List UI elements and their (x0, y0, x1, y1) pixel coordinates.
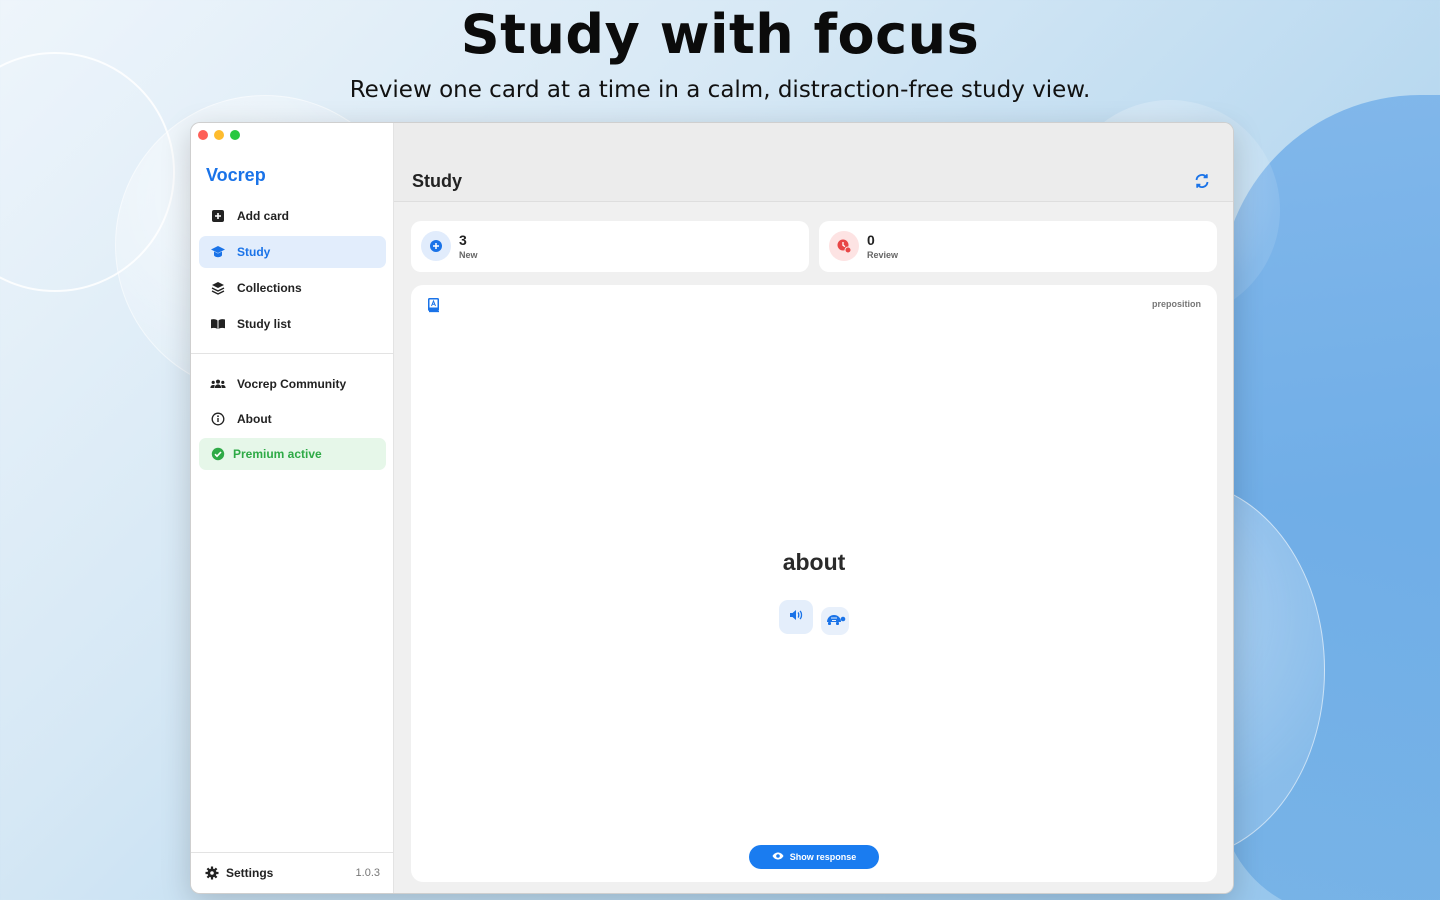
sidebar-item-label: Collections (237, 281, 302, 295)
review-clock-icon (829, 231, 859, 261)
turtle-icon (824, 612, 846, 631)
new-count: 3 (459, 232, 467, 248)
hero-title: Study with focus (460, 3, 980, 66)
main-content: Study 3 New 0 Review preposition about S… (394, 123, 1233, 893)
app-brand: Vocrep (206, 165, 266, 185)
graduation-cap-icon (210, 244, 226, 260)
new-label: New (459, 250, 478, 260)
people-icon (210, 376, 226, 392)
new-stat-card: 3 New (411, 221, 809, 272)
zoom-window-button[interactable] (230, 130, 240, 140)
sidebar-item-label: Study list (237, 317, 292, 331)
minimize-window-button[interactable] (214, 130, 224, 140)
sidebar-item-about[interactable]: About (199, 403, 386, 435)
review-count: 0 (867, 232, 875, 248)
sidebar-item-study-list[interactable]: Study list (199, 308, 386, 340)
sidebar-item-community[interactable]: Vocrep Community (199, 368, 386, 400)
sidebar-item-label: Premium active (233, 447, 322, 461)
sidebar-divider (191, 353, 394, 354)
sidebar: Vocrep Add card Study Collections Study … (191, 123, 394, 893)
sidebar-item-premium[interactable]: Premium active (199, 438, 386, 470)
sidebar-item-label: Add card (237, 209, 290, 223)
sidebar-item-label: Study (237, 245, 271, 259)
gear-icon (205, 866, 219, 880)
play-audio-button[interactable] (779, 600, 813, 634)
page-title: Study (412, 171, 463, 191)
show-response-button[interactable]: Show response (749, 845, 879, 869)
show-response-label: Show response (789, 852, 857, 862)
sidebar-item-add-card[interactable]: Add card (199, 200, 386, 232)
check-badge-icon (210, 446, 226, 462)
refresh-icon[interactable] (1193, 172, 1211, 190)
sidebar-item-label: Vocrep Community (237, 377, 347, 391)
flashcard: preposition about Show response (411, 285, 1217, 882)
speaker-icon (788, 608, 804, 627)
main-header: Study (394, 123, 1233, 202)
review-stat-card: 0 Review (819, 221, 1217, 272)
review-label: Review (867, 250, 899, 260)
info-icon (210, 411, 226, 427)
open-book-icon (210, 316, 226, 332)
sidebar-item-collections[interactable]: Collections (199, 272, 386, 304)
sidebar-item-label: About (237, 412, 272, 426)
sidebar-item-study[interactable]: Study (199, 236, 386, 268)
plus-circle-icon (421, 231, 451, 261)
close-window-button[interactable] (198, 130, 208, 140)
sidebar-footer: Settings 1.0.3 (191, 852, 394, 893)
settings-button[interactable]: Settings (226, 866, 273, 880)
hero-subtitle: Review one card at a time in a calm, dis… (349, 77, 1091, 103)
eye-icon (772, 852, 784, 862)
app-version: 1.0.3 (355, 867, 380, 879)
slow-audio-button[interactable] (821, 607, 849, 635)
window-controls (198, 130, 240, 140)
card-word: about (782, 549, 846, 575)
app-window: Vocrep Add card Study Collections Study … (190, 122, 1234, 894)
part-of-speech: preposition (1152, 299, 1201, 309)
add-card-icon (210, 208, 226, 224)
layers-icon (210, 280, 226, 296)
dictionary-icon[interactable] (427, 297, 441, 313)
